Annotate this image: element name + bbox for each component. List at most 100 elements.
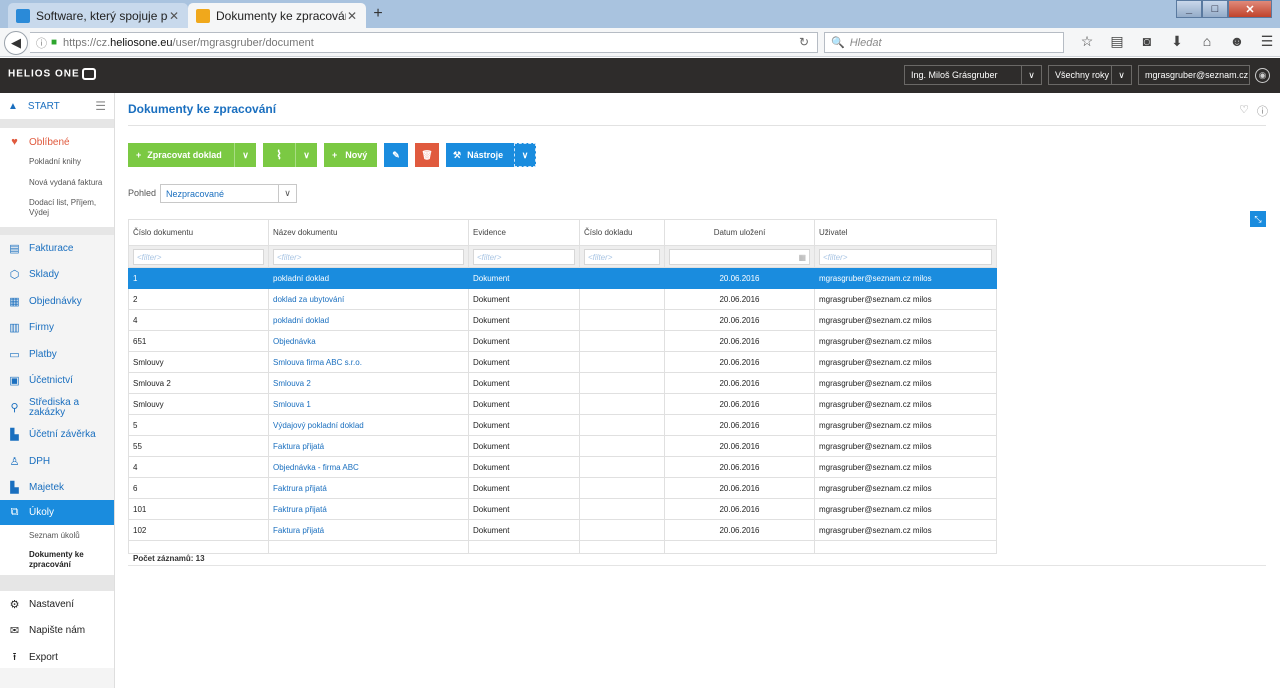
maximize-icon[interactable]: □ [1202,0,1228,18]
reload-icon[interactable]: ↻ [799,35,809,49]
helios-one-logo[interactable]: HELIOS ONE [8,68,96,80]
browser-tab-1[interactable]: Software, který spojuje po... ✕ [8,3,188,28]
table-row[interactable]: 4 pokladní doklad Dokument 20.06.2016 mgrasg… [128,309,997,331]
cell-document-name[interactable]: Faktura přijatá [268,519,469,541]
sidebar-item-majetek[interactable]: ▙ Majetek [0,476,114,498]
browser-search-field[interactable]: 🔍 Hledat [824,32,1064,53]
heart-icon[interactable]: ♡ [1239,103,1249,119]
new-tab-button[interactable]: + [370,5,386,23]
menu-icon[interactable]: ☰ [1252,33,1280,50]
user-select[interactable]: Ing. Miloš Grásgruber ∨ [904,65,1042,85]
filter-input[interactable]: <filter> [473,248,575,265]
chat-icon[interactable]: ☻ [1222,33,1252,50]
delete-button[interactable]: 🗑 [415,143,439,167]
sidebar-item-strediska[interactable]: ⚲ Střediska a zakázky [0,395,114,421]
attachment-button[interactable]: ⌇ ∨ [263,143,317,167]
sidebar-item-ucetnictvi[interactable]: ▣ Účetnictví [0,369,114,391]
cell-document-name[interactable]: Smlouva 1 [268,393,469,415]
sidebar-item-ucetni-zaverka[interactable]: ▙ Účetní závěrka [0,423,114,445]
submenu-item-dokumenty[interactable]: Dokumenty ke zpracování [29,550,99,570]
chevron-down-icon[interactable]: ∨ [514,143,536,167]
close-tab-icon[interactable]: ✕ [346,9,358,23]
sidebar-item-export[interactable]: ⭱ Export [0,646,114,668]
close-tab-icon[interactable]: ✕ [168,9,180,23]
sidebar-item-firmy[interactable]: ▥ Firmy [0,316,114,338]
year-select[interactable]: Všechny roky ∨ [1048,65,1132,85]
cell-document-name[interactable]: Objednávka - firma ABC [268,456,469,478]
table-row[interactable]: 651 Objednávka Dokument 20.06.2016 mgrasgrub… [128,330,997,352]
cell-document-name[interactable]: Smlouva firma ABC s.r.o. [268,351,469,373]
sidebar-item-nastaveni[interactable]: ⚙ Nastavení [0,593,114,615]
column-header[interactable]: Evidence [468,219,580,246]
chevron-down-icon[interactable]: ∨ [234,143,256,167]
column-header[interactable]: Datum uložení [664,219,815,246]
cell-document-name[interactable]: Smlouva 2 [268,372,469,394]
sidebar-item-napiste-nam[interactable]: ✉ Napište nám [0,619,114,641]
table-row[interactable]: 102 Faktura přijatá Dokument 20.06.2016 mgra… [128,519,997,541]
sidebar-item-platby[interactable]: ▭ Platby [0,343,114,365]
process-document-button[interactable]: + Zpracovat doklad ∨ [128,143,256,167]
table-row[interactable]: 2 doklad za ubytování Dokument 20.06.2016 mg… [128,288,997,310]
reading-list-icon[interactable]: ▤ [1102,33,1132,50]
favorite-item[interactable]: Pokladní knihy [29,157,81,167]
sidebar-item-sklady[interactable]: ⬡ Sklady [0,263,114,285]
cell-document-name[interactable]: doklad za ubytování [268,288,469,310]
filter-input[interactable]: <filter> [133,248,264,265]
column-header[interactable]: Uživatel [814,219,997,246]
sidebar-item-dph[interactable]: ♙ DPH [0,450,114,472]
home-icon[interactable]: ⌂ [1192,33,1222,50]
filter-input[interactable]: <filter> [273,248,464,265]
close-window-icon[interactable]: ✕ [1228,0,1272,18]
download-icon[interactable]: ⬇ [1162,33,1192,50]
sidebar-item-ukoly[interactable]: ⧉ Úkoly [0,500,114,525]
hamburger-icon[interactable]: ☰ [95,99,106,113]
column-header[interactable]: Číslo dokumentu [128,219,269,246]
cell-document-name[interactable]: pokladní doklad [268,267,469,289]
sidebar-item-objednavky[interactable]: ▦ Objednávky [0,290,114,312]
address-bar[interactable]: ⓘ ■ https://cz. heliosone.eu/user/mgrasgr… [30,32,818,53]
filter-input[interactable]: <filter> [819,248,992,265]
table-row[interactable]: Smlouvy Smlouva 1 Dokument 20.06.2016 mgrasg… [128,393,997,415]
help-icon[interactable]: ⓘ [1257,103,1268,119]
view-select[interactable]: Nezpracované ∨ [160,184,297,203]
submenu-item-seznam-ukolu[interactable]: Seznam úkolů [29,531,80,541]
bookmark-star-icon[interactable]: ☆ [1072,33,1102,50]
user-avatar-icon[interactable]: ◉ [1255,68,1270,83]
new-button[interactable]: + Nový [324,143,377,167]
table-row[interactable]: 5 Výdajový pokladní doklad Dokument 20.06.2… [128,414,997,436]
cell-document-name[interactable]: Faktura přijatá [268,435,469,457]
cell-document-name[interactable]: Objednávka [268,330,469,352]
cell-document-name[interactable]: Faktrura přijatá [268,477,469,499]
edit-button[interactable]: ✎ [384,143,408,167]
pocket-icon[interactable]: ◙ [1132,33,1162,50]
cell-document-name[interactable]: pokladní doklad [268,309,469,331]
favorite-item[interactable]: Nová vydaná faktura [29,178,102,188]
favorites-header[interactable]: ♥ Oblíbené [0,134,114,150]
chevron-down-icon[interactable]: ∨ [295,143,317,167]
sidebar-item-label: Firmy [29,321,54,333]
sidebar-item-fakturace[interactable]: ▤ Fakturace [0,237,114,259]
table-row[interactable]: 55 Faktura přijatá Dokument 20.06.2016 mgras… [128,435,997,457]
table-row[interactable]: 4 Objednávka - firma ABC Dokument 20.06.201… [128,456,997,478]
filter-input[interactable]: <filter> [584,248,660,265]
cell-document-name[interactable]: Faktrura přijatá [268,498,469,520]
sidebar-start[interactable]: ▲ START ☰ [0,93,114,120]
table-row[interactable]: Smlouvy Smlouva firma ABC s.r.o. Dokument 2… [128,351,997,373]
column-header[interactable]: Číslo dokladu [579,219,665,246]
table-row[interactable]: 1 pokladní doklad Dokument 20.06.2016 mgrasg… [128,267,997,289]
favorite-item[interactable]: Dodací list, Příjem, Výdej [29,198,107,218]
table-row[interactable]: 6 Faktrura přijatá Dokument 20.06.2016 mgras… [128,477,997,499]
minimize-icon[interactable]: _ [1176,0,1202,18]
account-button[interactable]: mgrasgruber@seznam.cz [1138,65,1250,85]
table-row[interactable]: Smlouva 2 Smlouva 2 Dokument 20.06.2016 mgra… [128,372,997,394]
table-row[interactable]: 101 Faktrura přijatá Dokument 20.06.2016 mgr… [128,498,997,520]
tools-button[interactable]: ⚒ Nástroje ∨ [446,143,536,167]
back-button[interactable]: ◀ [4,31,28,55]
browser-tab-2[interactable]: Dokumenty ke zpracování ... ✕ [188,3,366,28]
column-header[interactable]: Název dokumentu [268,219,469,246]
column-settings-button[interactable]: ⤡ [1250,211,1266,227]
date-filter-input[interactable]: ▦ [669,248,810,265]
cell-document-name[interactable]: Výdajový pokladní doklad [268,414,469,436]
sidebar-item-label: Majetek [29,481,65,493]
info-icon[interactable]: ⓘ [36,35,47,51]
